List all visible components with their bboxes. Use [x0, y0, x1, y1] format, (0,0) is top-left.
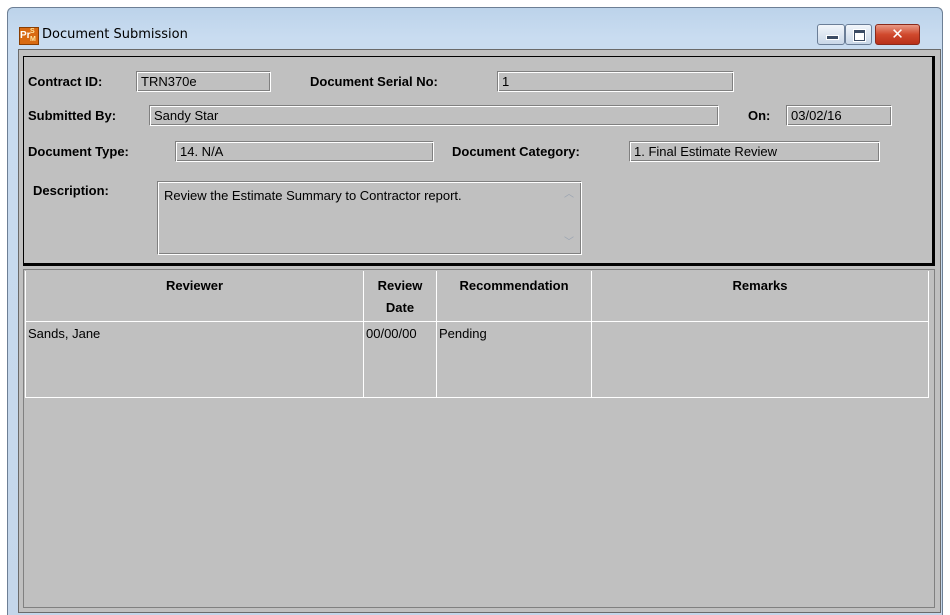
reviewers-table: Reviewer Review Date Recommendation Rema… — [25, 271, 929, 398]
document-serial-no-field[interactable]: 1 — [497, 71, 734, 92]
column-header-recommendation[interactable]: Recommendation — [436, 271, 592, 322]
column-header-remarks[interactable]: Remarks — [591, 271, 929, 322]
minimize-button[interactable] — [817, 24, 845, 45]
scroll-up-icon[interactable]: ︿ — [563, 190, 575, 200]
prism-app-icon[interactable]: Pr S M — [19, 27, 39, 45]
maximize-icon — [854, 30, 865, 41]
column-header-reviewer[interactable]: Reviewer — [25, 271, 364, 322]
minimize-icon — [826, 35, 839, 40]
column-header-review-date[interactable]: Review Date — [363, 271, 437, 322]
submitted-by-label: Submitted By: — [28, 108, 117, 123]
review-date-header-line1: Review — [377, 278, 423, 293]
contract-id-label: Contract ID: — [28, 74, 103, 89]
review-date-header-line2: Date — [385, 300, 415, 315]
description-textarea[interactable]: Review the Estimate Summary to Contracto… — [157, 181, 582, 255]
client-area: Contract ID: TRN370e Document Serial No:… — [18, 49, 941, 613]
on-date-label: On: — [748, 108, 771, 123]
submission-details-panel: Contract ID: TRN370e Document Serial No:… — [23, 56, 935, 266]
on-date-field[interactable]: 03/02/16 — [786, 105, 892, 126]
table-header-row: Reviewer Review Date Recommendation Rema… — [25, 271, 929, 322]
window-title: Document Submission — [42, 27, 188, 42]
document-submission-window: Pr S M Document Submission ✕ Contract ID: … — [7, 7, 943, 615]
document-type-label: Document Type: — [28, 144, 129, 159]
recommendation-cell[interactable]: Pending — [436, 321, 592, 398]
table-row[interactable]: Sands, Jane 00/00/00 Pending — [25, 321, 929, 398]
remarks-cell[interactable] — [591, 321, 929, 398]
title-bar[interactable]: Pr S M Document Submission ✕ — [8, 8, 942, 48]
reviewers-grid: Reviewer Review Date Recommendation Rema… — [23, 269, 935, 608]
maximize-button[interactable] — [845, 24, 872, 45]
document-category-label: Document Category: — [452, 144, 580, 159]
document-category-field[interactable]: 1. Final Estimate Review — [629, 141, 880, 162]
description-label: Description: — [33, 183, 109, 198]
close-icon: ✕ — [891, 25, 904, 43]
close-button[interactable]: ✕ — [875, 24, 920, 45]
document-serial-no-label: Document Serial No: — [310, 74, 438, 89]
description-text: Review the Estimate Summary to Contracto… — [164, 188, 462, 203]
reviewer-cell[interactable]: Sands, Jane — [25, 321, 364, 398]
contract-id-field[interactable]: TRN370e — [136, 71, 271, 92]
document-type-field[interactable]: 14. N/A — [175, 141, 434, 162]
submitted-by-field[interactable]: Sandy Star — [149, 105, 719, 126]
review-date-cell[interactable]: 00/00/00 — [363, 321, 437, 398]
scroll-down-icon[interactable]: ﹀ — [563, 238, 575, 248]
